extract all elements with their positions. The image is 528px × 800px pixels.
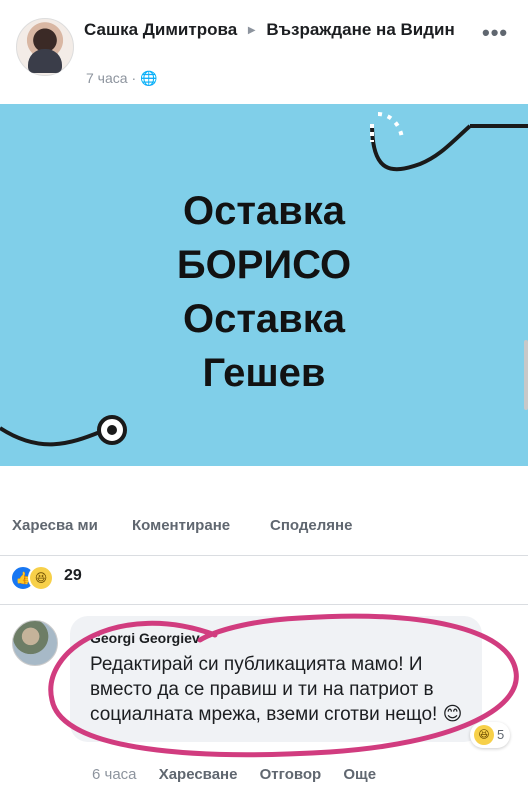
share-button[interactable]: Споделяне <box>270 517 352 534</box>
haha-icon: 😆 <box>28 565 54 591</box>
banner-line: Оставка <box>182 297 346 341</box>
post-author-line: Сашка Димитрова ▶ Възраждане на Видин <box>84 18 484 43</box>
comment-bubble: Georgi Georgiev Редактирай си публикация… <box>70 616 482 742</box>
like-button[interactable]: Харесва ми <box>12 517 98 534</box>
post-image[interactable]: Оставка БОРИСО Оставка Гешев <box>0 104 528 466</box>
more-dots-icon[interactable]: ••• <box>482 20 508 46</box>
post-actions: Харесва ми Коментиране Споделяне <box>0 495 528 556</box>
banner-line: Оставка <box>182 189 346 233</box>
comment-button[interactable]: Коментиране <box>132 517 230 534</box>
separator: · <box>131 70 140 86</box>
comment-time[interactable]: 6 часа <box>92 766 137 783</box>
scrollbar[interactable] <box>524 340 528 410</box>
haha-icon: 😆 <box>474 725 494 745</box>
divider <box>0 604 528 605</box>
comment-reactions[interactable]: 😆 5 <box>470 722 510 748</box>
group-name[interactable]: Възраждане на Видин <box>266 20 454 39</box>
author-name[interactable]: Сашка Димитрова <box>84 20 237 39</box>
comment-reaction-count: 5 <box>497 727 505 742</box>
comment-text: Редактирай си публикацията мамо! И вмест… <box>90 654 463 725</box>
post-meta: 7 часа · 🌐 <box>86 70 157 87</box>
banner-text: Оставка БОРИСО Оставка Гешев <box>0 184 528 400</box>
banner-line: БОРИСО <box>176 243 352 287</box>
comment-more-button[interactable]: Още <box>343 766 376 783</box>
post-header: Сашка Димитрова ▶ Възраждане на Видин 7 … <box>0 0 528 100</box>
post-time[interactable]: 7 часа <box>86 70 128 86</box>
reactions-summary[interactable]: 👍 😆 29 <box>10 565 210 595</box>
banner-line: Гешев <box>202 351 326 395</box>
comment-reply-button[interactable]: Отговор <box>260 766 322 783</box>
globe-icon: 🌐 <box>140 70 158 86</box>
arrow-right-icon: ▶ <box>247 25 256 36</box>
author-avatar[interactable] <box>16 18 74 76</box>
commenter-avatar[interactable] <box>12 620 58 666</box>
commenter-name[interactable]: Georgi Georgiev <box>90 630 200 646</box>
comment-like-button[interactable]: Харесване <box>159 766 238 783</box>
reaction-count: 29 <box>64 567 82 584</box>
comment-actions: 6 часа Харесване Отговор Още <box>92 766 394 783</box>
